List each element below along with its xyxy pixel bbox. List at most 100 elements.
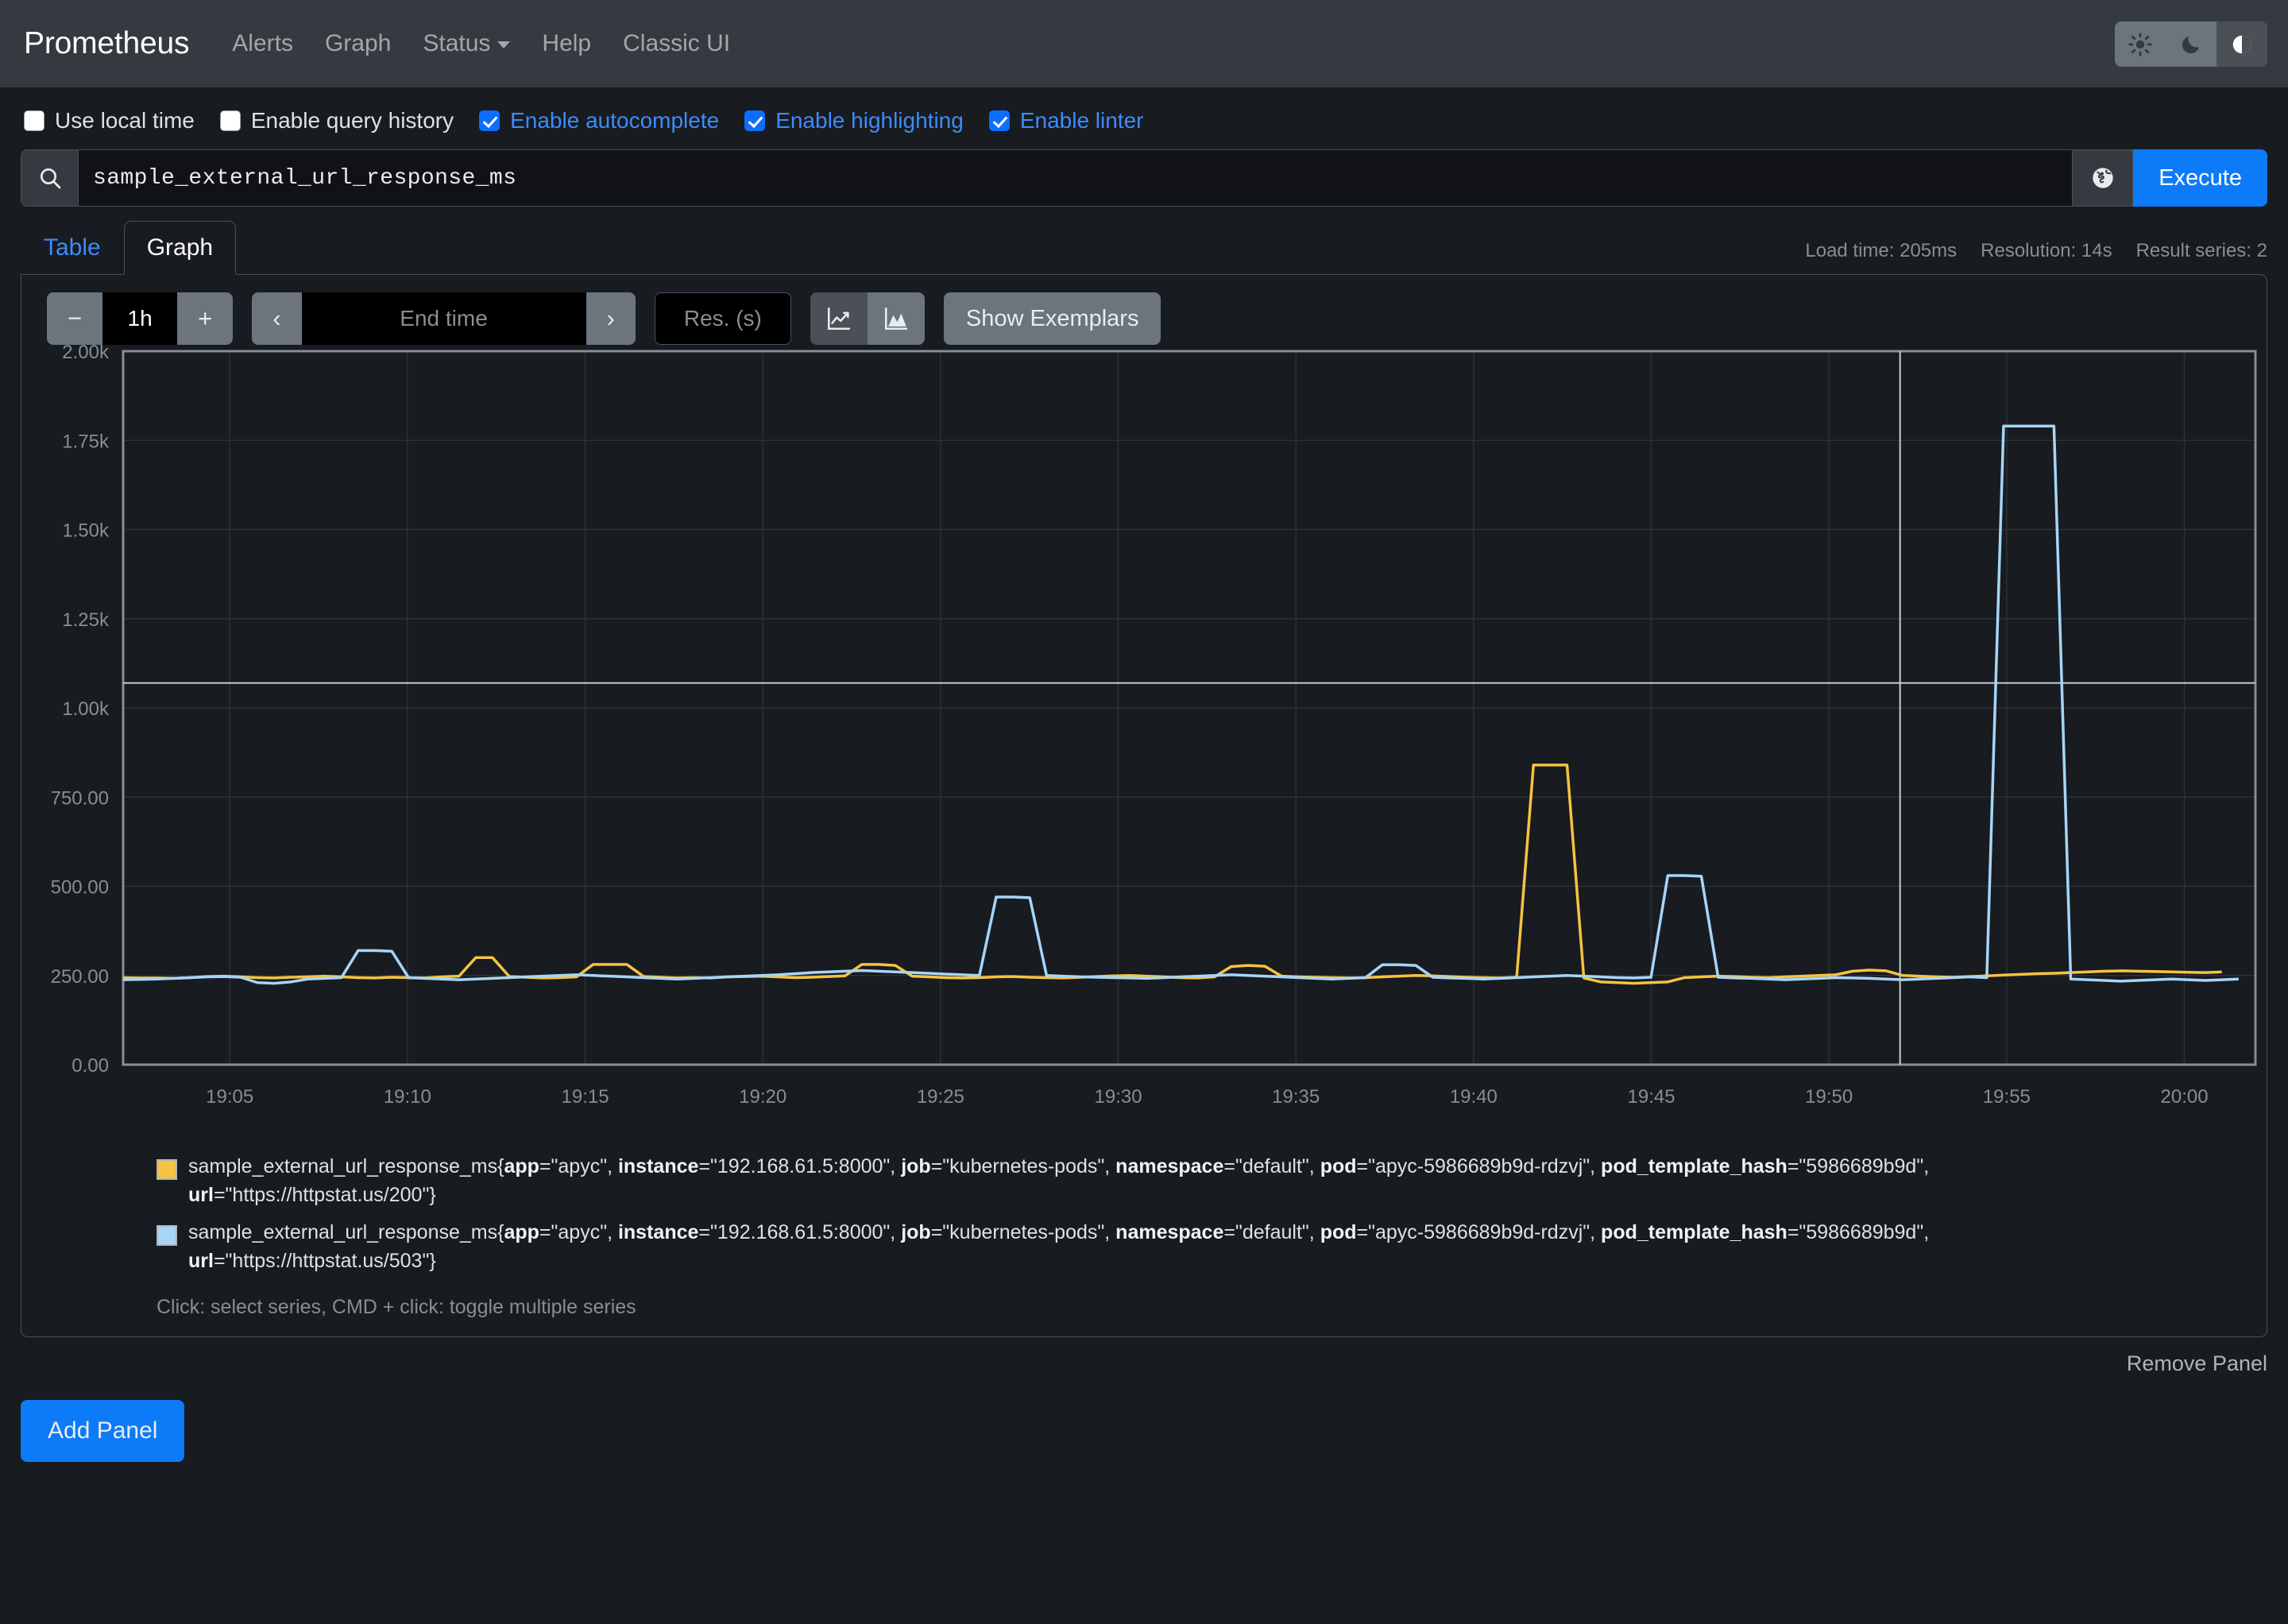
svg-text:250.00: 250.00 — [51, 966, 109, 988]
meta-result-series: Result series: 2 — [2135, 240, 2267, 261]
remove-panel-button[interactable]: Remove Panel — [2127, 1351, 2267, 1376]
legend-hint: Click: select series, CMD + click: toggl… — [157, 1296, 636, 1318]
time-series-chart[interactable]: 0.00 250.00 500.00 750.00 1.00k 1.25k 1.50k 1.7… — [21, 345, 2267, 1147]
theme-dark-button[interactable] — [2166, 21, 2216, 67]
search-icon[interactable] — [21, 150, 79, 206]
legend-item[interactable]: sample_external_url_response_ms{app="apy… — [157, 1218, 2267, 1276]
nav-links: Alerts Graph Status Help Classic UI — [216, 30, 746, 57]
svg-text:20:00: 20:00 — [2161, 1086, 2209, 1108]
svg-text:1.25k: 1.25k — [62, 609, 110, 631]
theme-light-button[interactable] — [2115, 21, 2166, 67]
option-label-enable-query-history: Enable query history — [250, 108, 454, 133]
query-input[interactable] — [79, 150, 2073, 206]
moon-icon — [2182, 36, 2199, 53]
x-axis-tick-labels: 19:05 19:10 19:15 19:20 19:25 19:30 19:35 19:40… — [206, 1086, 2208, 1108]
svg-text:19:25: 19:25 — [917, 1086, 964, 1108]
sun-icon — [2128, 32, 2152, 56]
option-label-enable-linter: Enable linter — [1019, 108, 1144, 133]
svg-text:2.00k: 2.00k — [62, 345, 110, 363]
y-axis-tick-labels: 0.00 250.00 500.00 750.00 1.00k 1.25k 1.50k 1.7… — [51, 345, 110, 1077]
tab-graph[interactable]: Graph — [123, 221, 237, 275]
svg-text:19:30: 19:30 — [1095, 1086, 1142, 1108]
theme-switcher — [2115, 21, 2267, 67]
checkbox-enable-query-history[interactable] — [219, 110, 241, 131]
add-panel-row: Add Panel — [0, 1376, 2288, 1462]
series-lines — [122, 424, 2239, 985]
brand-title: Prometheus — [24, 26, 190, 60]
svg-text:1.00k: 1.00k — [62, 698, 110, 720]
end-time-group: ‹ › — [252, 292, 636, 345]
option-label-use-local-time: Use local time — [55, 108, 195, 133]
stacked-area-chart-icon[interactable] — [867, 292, 925, 345]
svg-text:19:15: 19:15 — [562, 1086, 609, 1108]
meta-load-time: Load time: 205ms — [1805, 240, 1958, 261]
option-use-local-time[interactable]: Use local time — [24, 108, 195, 133]
option-enable-autocomplete[interactable]: Enable autocomplete — [479, 108, 719, 133]
execute-button[interactable]: Execute — [2133, 149, 2267, 207]
option-enable-query-history[interactable]: Enable query history — [219, 108, 454, 133]
legend-item[interactable]: sample_external_url_response_ms{app="apy… — [157, 1152, 2267, 1210]
nav-item-classic-ui[interactable]: Classic UI — [607, 30, 746, 57]
end-time-next-button[interactable]: › — [586, 292, 636, 345]
tabs-and-meta: Table Graph Load time: 205ms Resolution:… — [0, 207, 2288, 275]
result-tabs: Table Graph — [21, 221, 237, 275]
option-enable-highlighting[interactable]: Enable highlighting — [744, 108, 964, 133]
settings-row: Use local time Enable query history Enab… — [0, 87, 2288, 149]
svg-text:19:10: 19:10 — [384, 1086, 431, 1108]
nav-item-help[interactable]: Help — [526, 30, 607, 57]
svg-text:19:05: 19:05 — [206, 1086, 253, 1108]
meta-resolution: Resolution: 14s — [1981, 240, 2112, 261]
legend-color-swatch — [157, 1224, 177, 1246]
query-input-group — [21, 149, 2074, 207]
show-exemplars-button[interactable]: Show Exemplars — [943, 292, 1161, 345]
tab-table[interactable]: Table — [21, 221, 124, 275]
svg-text:19:35: 19:35 — [1272, 1086, 1320, 1108]
end-time-prev-button[interactable]: ‹ — [252, 292, 302, 345]
legend-color-swatch — [157, 1159, 177, 1180]
resolution-input[interactable] — [654, 292, 791, 345]
svg-text:19:50: 19:50 — [1805, 1086, 1853, 1108]
graph-panel: − + ‹ › Show Ex — [21, 274, 2267, 1337]
svg-text:19:20: 19:20 — [739, 1086, 786, 1108]
option-enable-linter[interactable]: Enable linter — [988, 108, 1144, 133]
grid-lines — [123, 351, 2255, 1065]
svg-text:19:45: 19:45 — [1628, 1086, 1675, 1108]
nav-item-status-label: Status — [423, 30, 491, 56]
svg-text:19:40: 19:40 — [1450, 1086, 1498, 1108]
svg-text:750.00: 750.00 — [51, 787, 109, 809]
checkbox-enable-autocomplete[interactable] — [479, 110, 500, 131]
legend-series-name: sample_external_url_response_ms{app="apy… — [188, 1155, 1930, 1207]
svg-text:1.50k: 1.50k — [62, 520, 110, 542]
option-label-enable-autocomplete: Enable autocomplete — [510, 108, 720, 133]
remove-panel-row: Remove Panel — [0, 1337, 2288, 1376]
query-meta: Load time: 205ms Resolution: 14s Result … — [1805, 240, 2267, 275]
option-label-enable-highlighting: Enable highlighting — [775, 108, 964, 133]
nav-item-alerts[interactable]: Alerts — [216, 30, 309, 57]
svg-text:500.00: 500.00 — [51, 877, 109, 899]
line-chart-icon[interactable] — [810, 292, 868, 345]
half-circle-auto-icon — [2232, 35, 2251, 53]
nav-item-status[interactable]: Status — [407, 30, 526, 57]
legend-series-name: sample_external_url_response_ms{app="apy… — [188, 1220, 1930, 1272]
theme-auto-button[interactable] — [2216, 21, 2267, 67]
range-increase-button[interactable]: + — [177, 292, 234, 345]
chart-legend: sample_external_url_response_ms{app="apy… — [21, 1147, 2267, 1336]
range-input[interactable] — [102, 292, 178, 345]
checkbox-use-local-time[interactable] — [24, 110, 44, 131]
graph-canvas[interactable]: 0.00 250.00 500.00 750.00 1.00k 1.25k 1.50k 1.7… — [21, 345, 2267, 1147]
time-range-group: − + — [47, 292, 234, 345]
checkbox-enable-linter[interactable] — [988, 110, 1010, 131]
chevron-down-icon — [497, 41, 511, 48]
svg-text:0.00: 0.00 — [72, 1055, 109, 1077]
nav-item-graph[interactable]: Graph — [309, 30, 407, 57]
globe-icon[interactable] — [2073, 149, 2134, 207]
graph-controls: − + ‹ › Show Ex — [21, 292, 2267, 345]
svg-text:1.75k: 1.75k — [62, 431, 110, 452]
navbar: Prometheus Alerts Graph Status Help Clas… — [0, 0, 2288, 87]
add-panel-button[interactable]: Add Panel — [21, 1400, 185, 1462]
chart-type-group — [810, 292, 925, 345]
svg-text:19:55: 19:55 — [1983, 1086, 2031, 1108]
range-decrease-button[interactable]: − — [47, 292, 103, 345]
checkbox-enable-highlighting[interactable] — [744, 110, 766, 131]
end-time-input[interactable] — [301, 292, 586, 345]
